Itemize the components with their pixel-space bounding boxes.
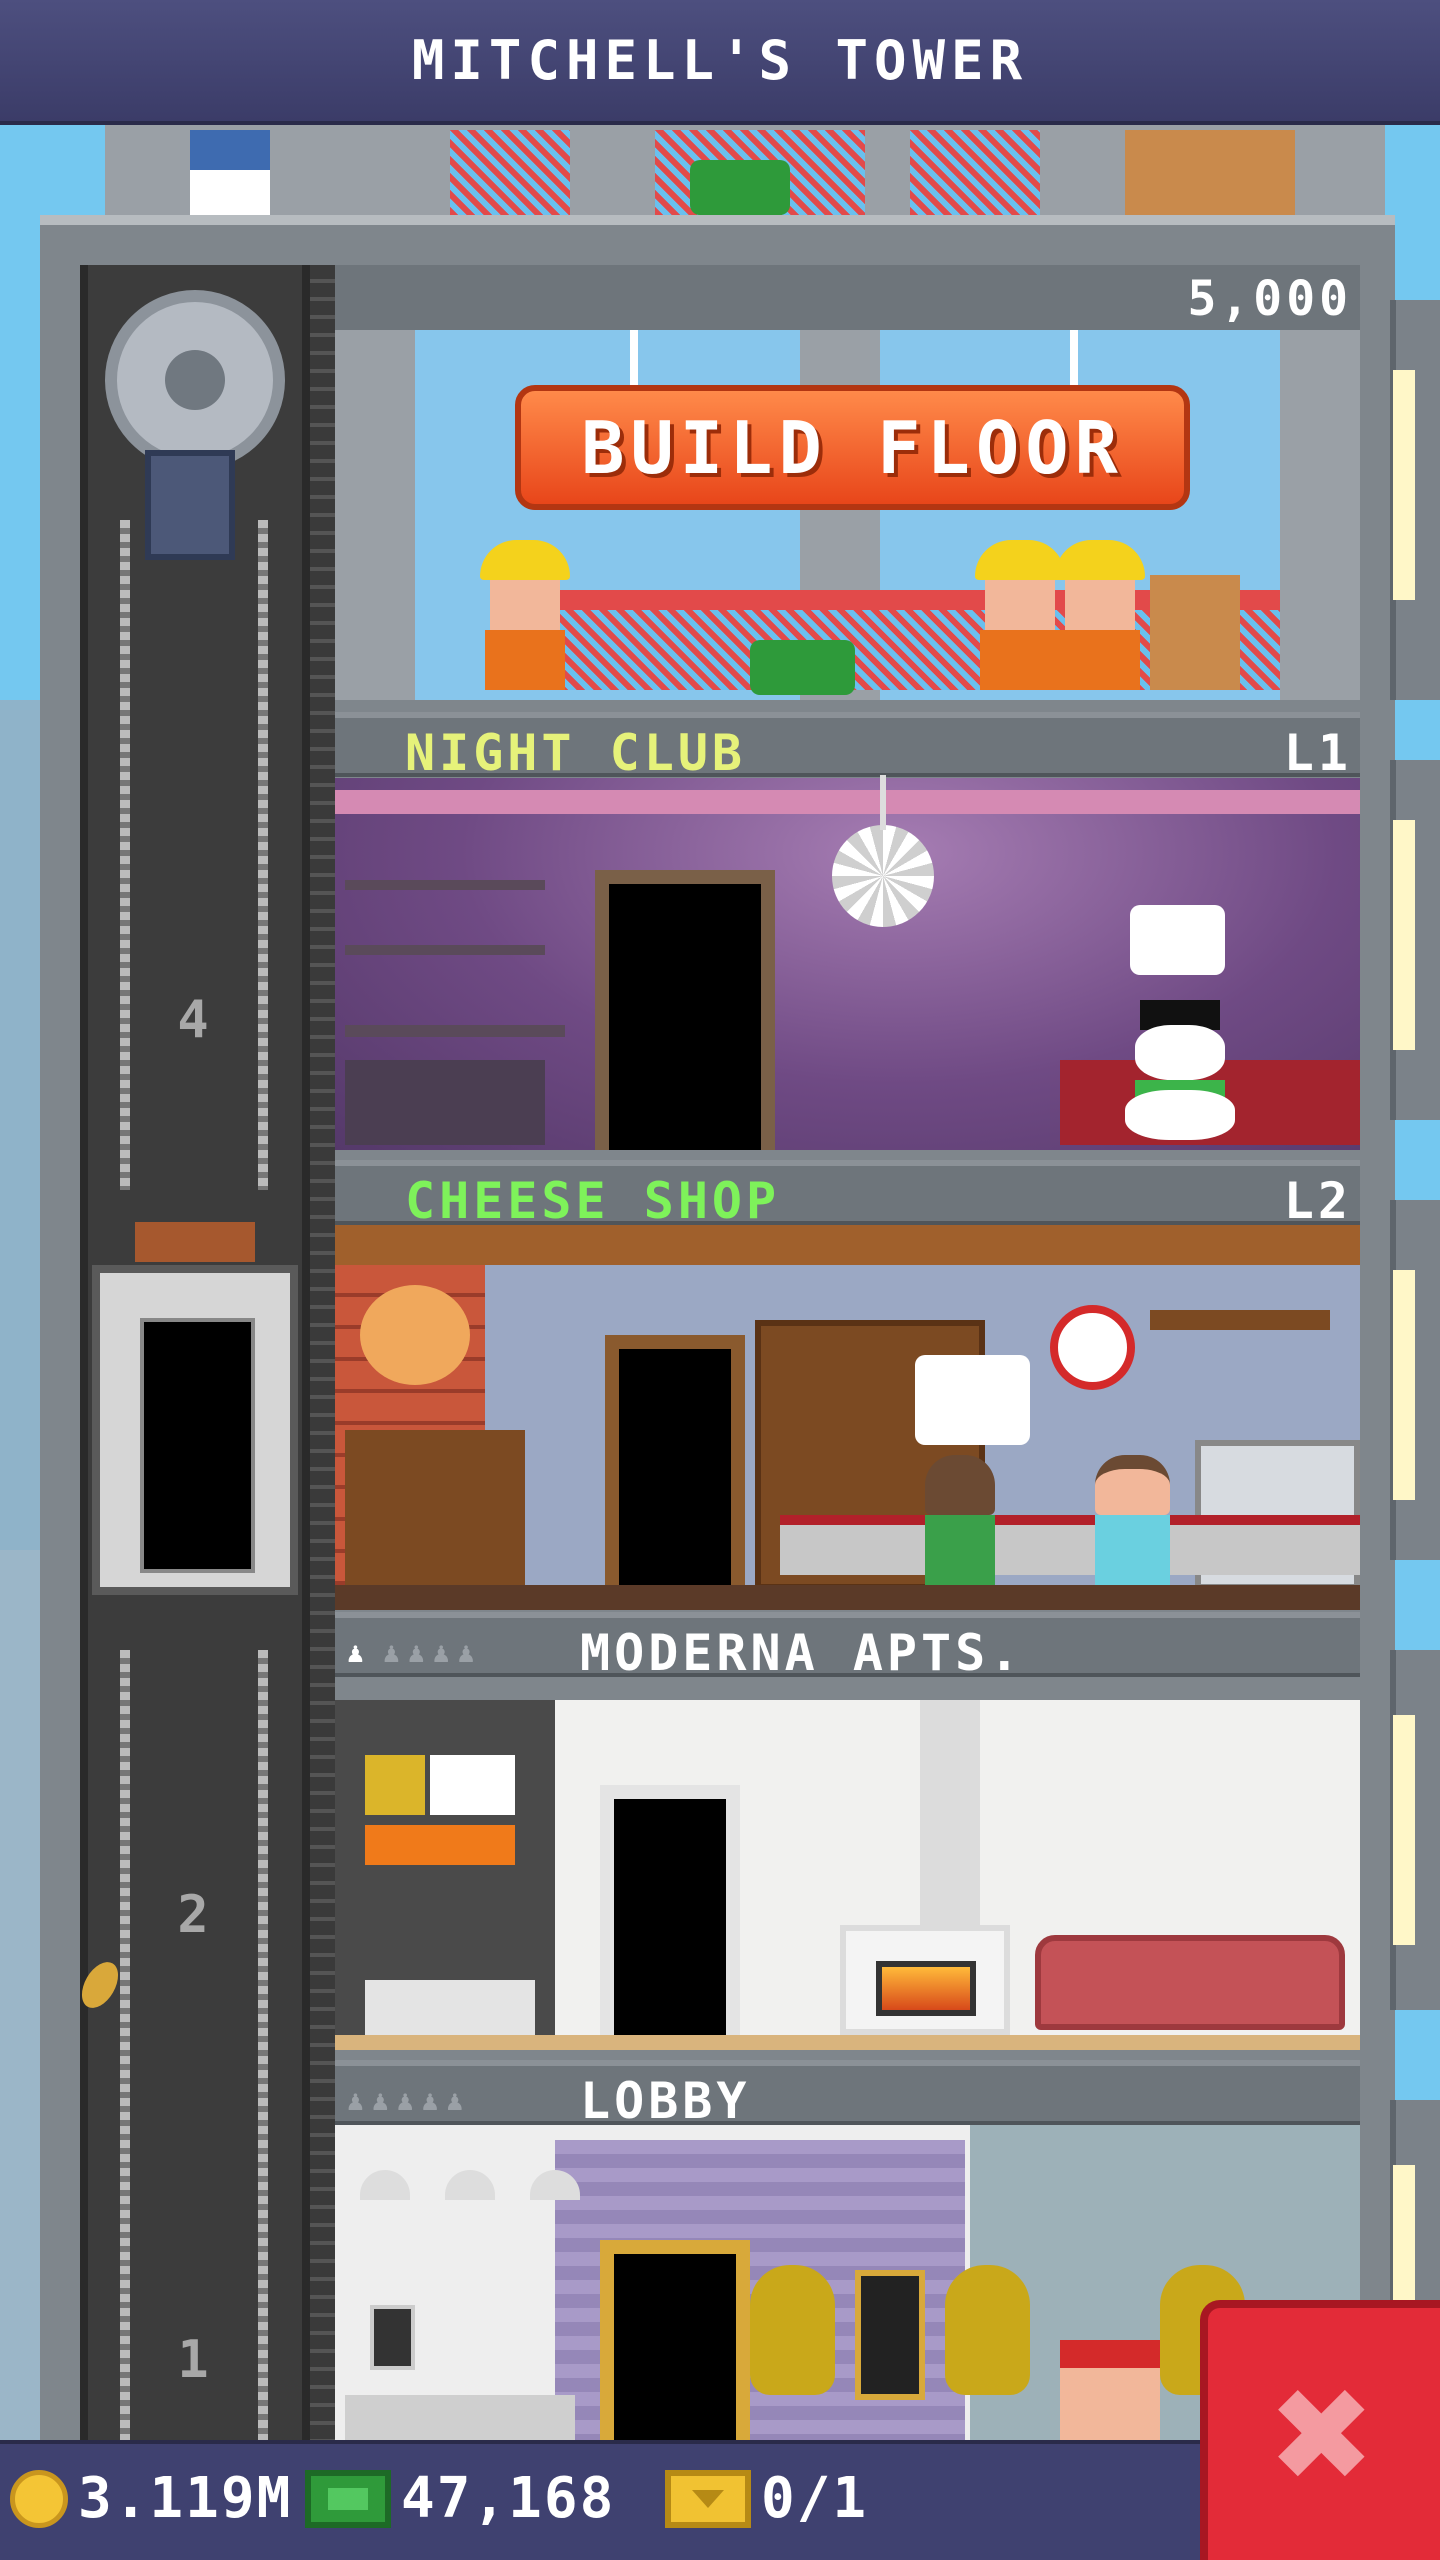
construction-worker [1055,540,1145,690]
elevator-counterweight [135,1222,255,1262]
roof-crates [1125,130,1295,215]
sofa [1035,1935,1345,2030]
bar-shelf [345,860,565,1037]
ceiling-lamps [360,2130,580,2220]
close-button[interactable]: ✖ [1200,2300,1440,2560]
floor-level: L2 [1283,1172,1352,1230]
coins-value: 3.119M [78,2466,293,2531]
elevator-cable [120,520,130,1190]
cheese-shop-door [605,1335,745,1590]
tower-title: MITCHELL'S TOWER [411,29,1029,92]
sign-wire [630,330,638,385]
cheese-display-shelf [1150,1310,1330,1330]
coin-icon [10,2469,68,2528]
tickets-stat[interactable]: 0/1 [665,2466,868,2531]
side-light [1393,1715,1415,1945]
shaft-floor-number: 4 [177,990,213,1050]
disco-ball-icon [832,825,934,927]
empty-resident-icon: ♟♟♟♟♟ [347,2084,472,2117]
city-building [0,1550,40,2440]
construction-worker [975,540,1065,690]
side-table [365,1980,535,2035]
speech-bubble-icon[interactable] [915,1355,1030,1445]
pulley-icon [105,290,285,470]
shaft-floor-number: 2 [177,1885,213,1945]
side-light [1393,1270,1415,1500]
pillar [1280,330,1360,700]
floor-name: NIGHT CLUB [405,724,747,782]
bux-value: 47,168 [401,2466,616,2531]
title-bar: MITCHELL'S TOWER [0,0,1440,125]
apartment-floor [335,2035,1360,2050]
elevator-motor [145,450,235,560]
floor-name: LOBBY [580,2072,751,2130]
lobby-door [600,2240,750,2440]
shaft-rail [310,265,335,2440]
floor-label-moderna-apts[interactable]: ♟ ♟♟♟♟ MODERNA APTS. [335,1612,1360,1682]
elevator-cable [120,1650,130,2440]
roof-fence [450,130,570,215]
build-floor-button[interactable]: BUILD FLOOR [515,385,1190,510]
snowman-customer[interactable] [1120,905,1240,1140]
keypad-icon [370,2305,415,2370]
reception-desk [345,2395,575,2440]
side-light [1393,370,1415,600]
toolbox-icon [750,640,855,695]
potted-tree [945,2265,1030,2395]
tickets-value: 0/1 [761,2466,869,2531]
bellhop[interactable] [1060,2340,1170,2440]
club-door [595,870,775,1150]
cheese-rack [345,1430,525,1590]
club-light-strip [335,790,1360,814]
floor-label-cheese-shop[interactable]: CHEESE SHOP L2 [335,1160,1360,1230]
floor-label-night-club[interactable]: NIGHT CLUB L1 [335,712,1360,782]
potted-tree [750,2265,835,2395]
crate [1150,575,1240,690]
cheese-shop-beam [335,1225,1360,1265]
roof-fence [910,130,1040,215]
elevator-car[interactable] [92,1265,298,1595]
build-floor-label: BUILD FLOOR [581,405,1124,490]
floor-level: L1 [1283,724,1352,782]
sign-wire [1070,330,1078,385]
coins-stat[interactable]: 3.119M [10,2466,292,2531]
construction-worker [480,540,570,690]
roof-toolbox [690,160,790,215]
bux-stat[interactable]: 47,168 [305,2466,615,2531]
elevator-cable [258,520,268,1190]
empty-resident-icon: ♟♟♟♟ [383,1636,483,1669]
customer[interactable] [1095,1455,1175,1585]
shop-counter [780,1515,1360,1575]
cheese-wheel-icon [360,1285,470,1385]
side-light [1393,820,1415,1050]
elevator-panel [855,2270,925,2400]
close-icon: ✖ [1272,2335,1376,2533]
bar-stools [345,1060,545,1145]
no-mice-sign-icon [1050,1305,1135,1390]
ticket-icon [665,2469,751,2528]
pillar [335,330,415,700]
elevator-door [140,1318,255,1573]
floor-name: MODERNA APTS. [580,1624,1024,1682]
wall-art [365,1755,520,1870]
shop-floor [335,1585,1360,1610]
elevator-cable [258,1650,268,2440]
shopkeeper[interactable] [925,1455,1000,1585]
disco-wire [880,775,886,830]
fireplace [840,1925,1010,2035]
floor-label-lobby[interactable]: ♟♟♟♟♟ LOBBY [335,2060,1360,2130]
floor-name: CHEESE SHOP [405,1172,781,1230]
fire-icon [876,1961,976,2016]
build-cost: 5,000 [1187,271,1352,327]
resident-icon: ♟ [347,1636,364,1669]
roof-ac-unit [190,130,270,215]
build-cost-bar: 5,000 [335,265,1360,330]
bux-icon [305,2469,391,2528]
apartment-door [600,1785,740,2040]
shaft-floor-number: 1 [177,2330,213,2390]
